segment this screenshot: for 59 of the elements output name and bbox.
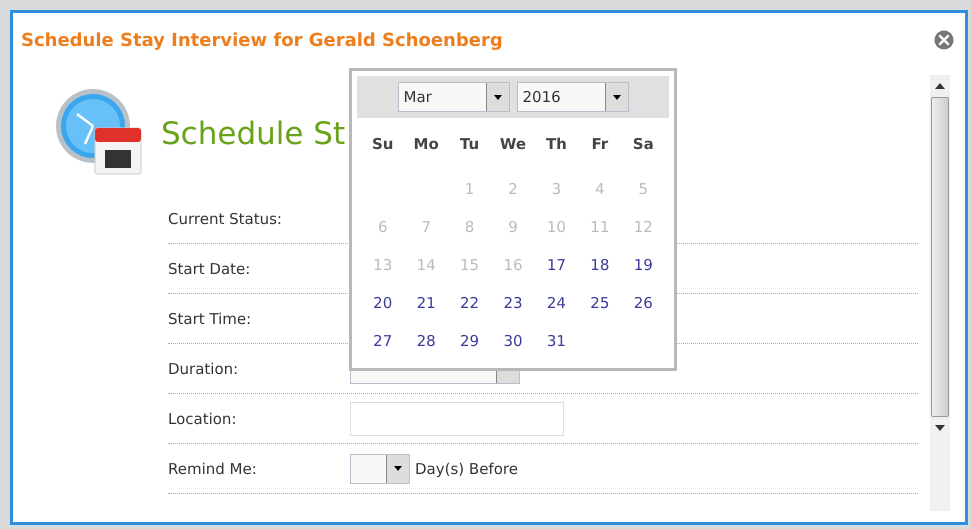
field-label: Remind Me:	[168, 460, 258, 478]
field-label: Start Date:	[168, 260, 252, 278]
dropdown-arrow-icon	[494, 94, 502, 100]
calendar-day[interactable]: 17	[534, 246, 578, 284]
field-label: Duration:	[168, 360, 240, 378]
close-icon[interactable]	[934, 30, 954, 50]
weekday-header: Sa	[632, 134, 655, 155]
remind-select[interactable]	[350, 454, 410, 484]
calendar-day: 5	[622, 170, 665, 208]
calendar-day[interactable]: 26	[622, 284, 665, 322]
calendar-day: 13	[361, 246, 404, 284]
calendar-day[interactable]: 24	[534, 284, 578, 322]
calendar-day[interactable]: 27	[361, 322, 404, 360]
scroll-down-icon[interactable]	[935, 425, 945, 431]
dropdown-arrow-icon	[612, 94, 620, 100]
year-select[interactable]: 2016	[516, 82, 628, 112]
calendar-day: 11	[578, 208, 622, 246]
calendar-day[interactable]: 20	[361, 284, 404, 322]
calendar-day[interactable]: 22	[448, 284, 492, 322]
month-select[interactable]: Mar	[398, 82, 510, 112]
dialog-title: Schedule Stay Interview for Gerald Schoenberg	[21, 30, 503, 50]
calendar-day: 16	[491, 246, 535, 284]
calendar-day: 1	[448, 170, 492, 208]
weekday-header: Tu	[458, 134, 480, 155]
calendar-day[interactable]: 18	[578, 246, 622, 284]
calendar-day: 14	[404, 246, 448, 284]
calendar-day[interactable]: 19	[622, 246, 665, 284]
calendar-day: 2	[491, 170, 535, 208]
scroll-thumb[interactable]	[931, 97, 949, 417]
calendar-day: 12	[622, 208, 665, 246]
field-label: Start Time:	[168, 310, 252, 328]
calendar-day[interactable]: 28	[404, 322, 448, 360]
calendar-day[interactable]: 29	[448, 322, 492, 360]
field-label: Current Status:	[168, 210, 283, 228]
calendar-day: 8	[448, 208, 492, 246]
scrollbar[interactable]	[930, 75, 950, 511]
field-label: Location:	[168, 410, 238, 428]
weekday-header: Su	[370, 134, 394, 155]
calendar-day[interactable]: 21	[404, 284, 448, 322]
calendar-day: 6	[361, 208, 404, 246]
weekday-header: Mo	[412, 134, 440, 155]
calendar-day[interactable]: 31	[534, 322, 578, 360]
scroll-up-icon[interactable]	[935, 83, 945, 89]
calendar-day[interactable]: 23	[491, 284, 535, 322]
calendar-day: 15	[448, 246, 492, 284]
weekday-header: Th	[544, 134, 568, 155]
calendar-day: 9	[491, 208, 535, 246]
dropdown-arrow-icon	[394, 466, 402, 471]
field-suffix: Day(s) Before	[415, 460, 518, 478]
calendar-day: 10	[534, 208, 578, 246]
calendar-day: 3	[534, 170, 578, 208]
calendar-day: 4	[578, 170, 622, 208]
calendar-day[interactable]: 30	[491, 322, 535, 360]
calendar-day: 7	[404, 208, 448, 246]
calendar-day[interactable]: 25	[578, 284, 622, 322]
page-heading: Schedule St	[161, 116, 346, 152]
weekday-header: Fr	[590, 134, 610, 155]
weekday-header: We	[498, 134, 528, 155]
location-field[interactable]	[350, 402, 564, 436]
